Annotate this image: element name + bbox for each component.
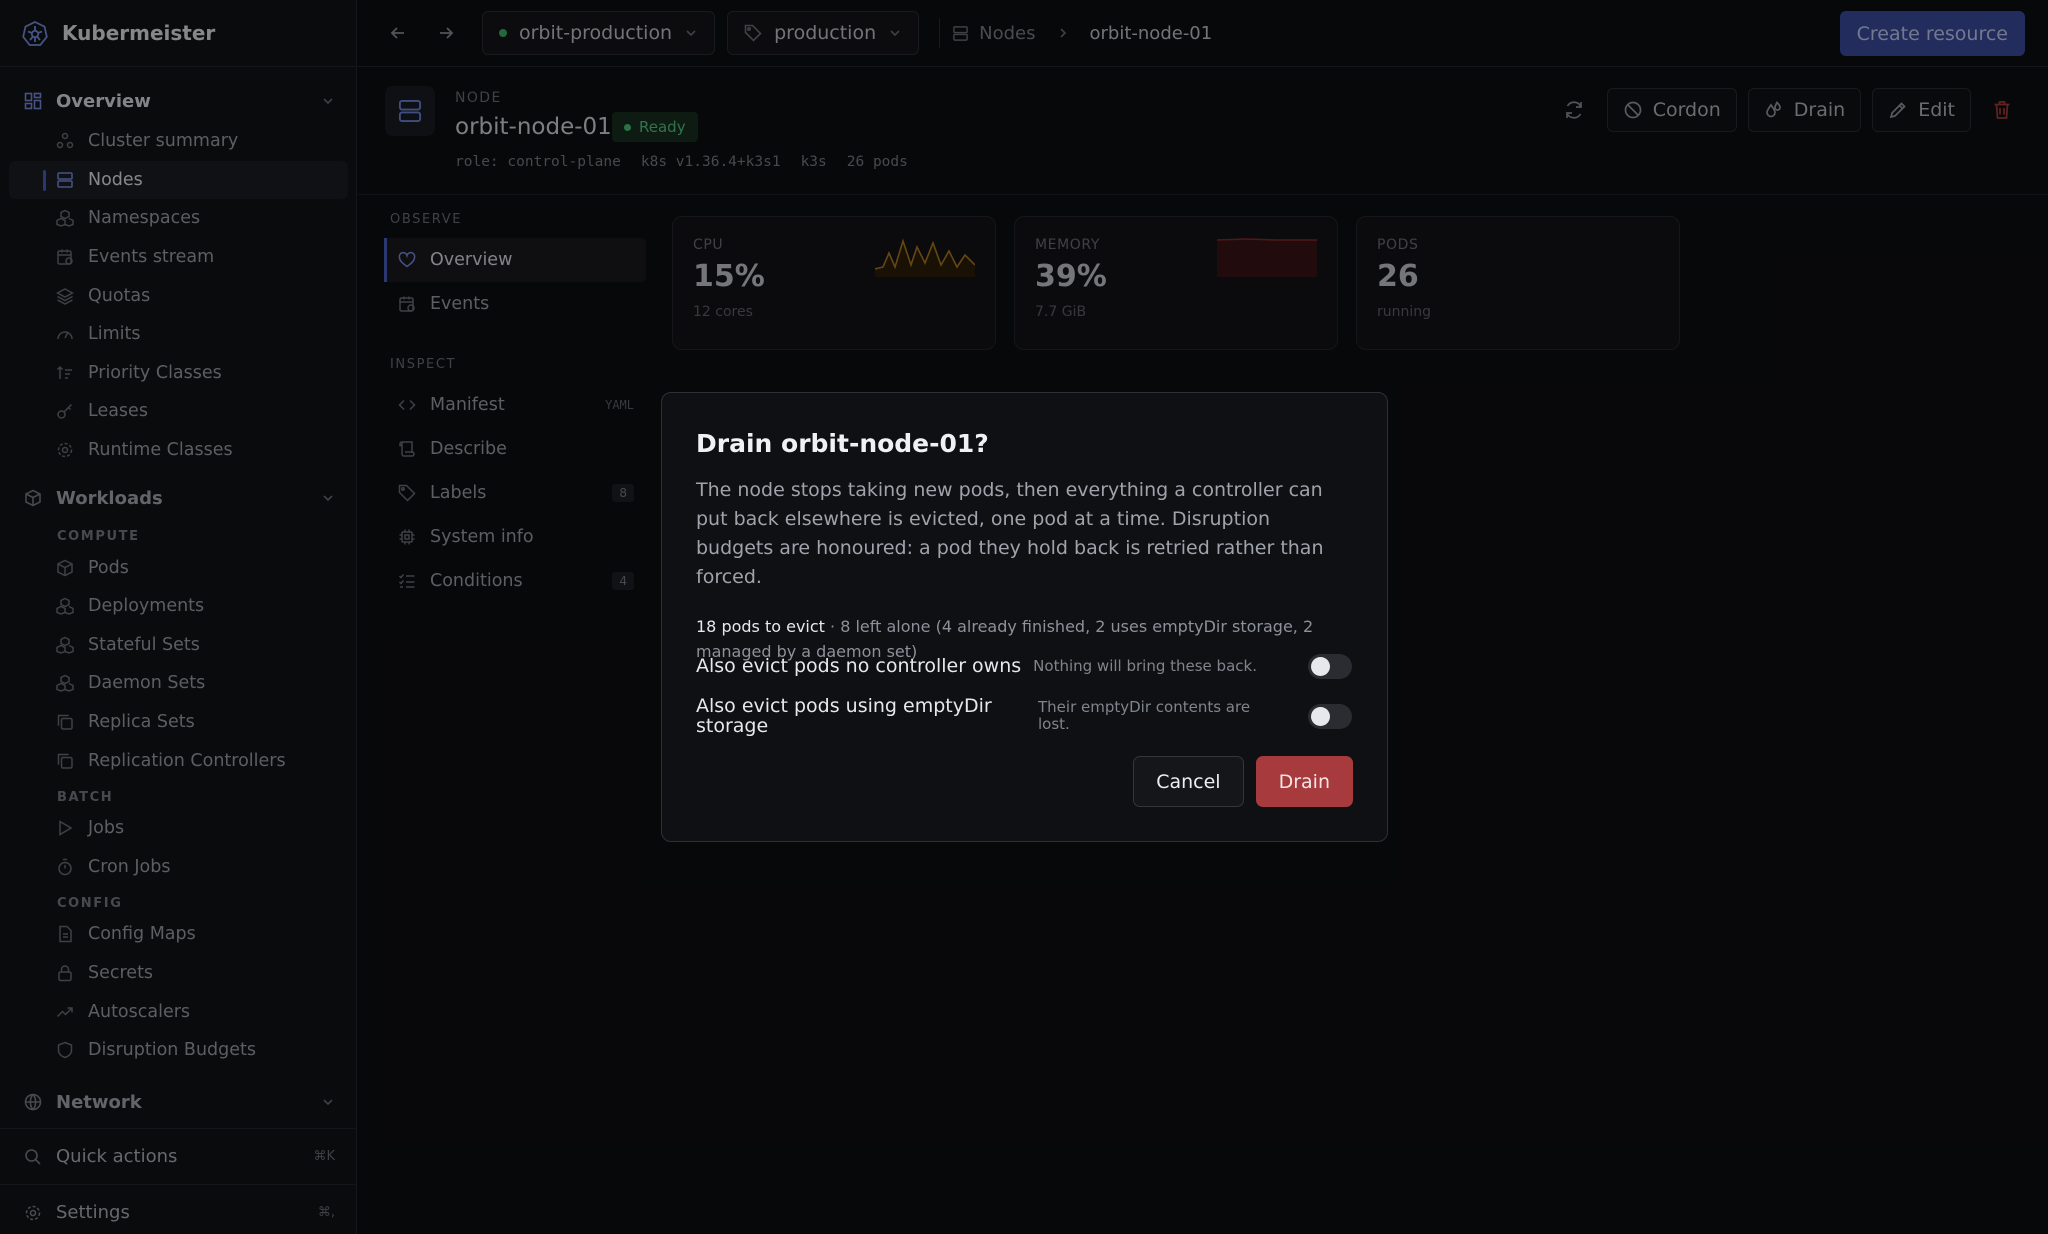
- dialog-title: Drain orbit-node-01?: [696, 429, 989, 458]
- toggle-emptydir-pods[interactable]: [1308, 704, 1352, 729]
- option-description: Their emptyDir contents are lost.: [1038, 698, 1251, 733]
- option-emptydir-pods: Also evict pods using emptyDir storage T…: [696, 694, 1352, 738]
- option-label: Also evict pods no controller owns: [696, 655, 1022, 677]
- drain-dialog: Drain orbit-node-01? The node stops taki…: [661, 392, 1388, 842]
- toggle-knob: [1311, 707, 1330, 726]
- option-label: Also evict pods using emptyDir storage: [696, 695, 992, 737]
- option-unowned-pods: Also evict pods no controller owns Nothi…: [696, 651, 1352, 681]
- evict-count: 18 pods to evict: [696, 617, 825, 636]
- confirm-drain-button[interactable]: Drain: [1255, 756, 1353, 807]
- dialog-body: The node stops taking new pods, then eve…: [696, 479, 1324, 588]
- option-description: Nothing will bring these back.: [1033, 656, 1257, 675]
- toggle-unowned-pods[interactable]: [1308, 654, 1352, 679]
- toggle-knob: [1311, 657, 1330, 676]
- dialog-buttons: Cancel Drain: [1133, 756, 1353, 807]
- cancel-button[interactable]: Cancel: [1133, 756, 1244, 807]
